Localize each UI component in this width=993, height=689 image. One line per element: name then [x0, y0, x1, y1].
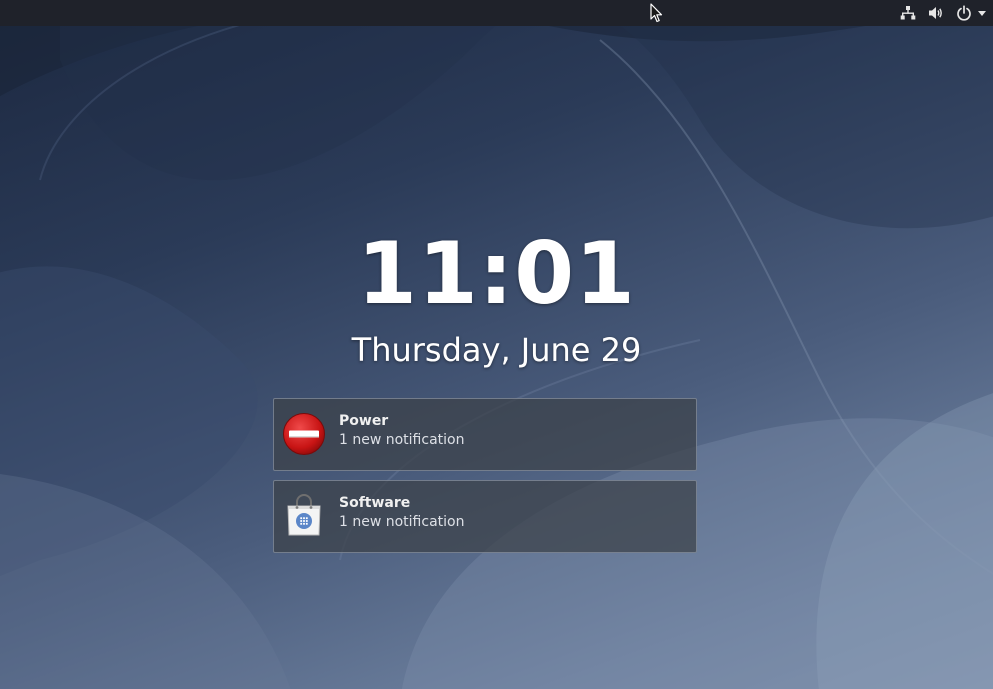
- notification-power[interactable]: Power 1 new notification: [273, 398, 697, 471]
- software-bag-icon: [287, 494, 321, 536]
- notification-summary: 1 new notification: [339, 514, 465, 530]
- clock-time: 11:01: [357, 224, 636, 324]
- top-bar: [0, 0, 993, 26]
- lock-screen: 11:01 Thursday, June 29 Power 1 new noti…: [0, 0, 993, 689]
- network-wired-icon[interactable]: [899, 4, 917, 22]
- lock-clock: 11:01 Thursday, June 29: [0, 224, 993, 370]
- no-entry-icon: [283, 413, 325, 455]
- notification-app-name: Power: [339, 413, 389, 429]
- volume-icon[interactable]: [927, 4, 945, 22]
- notification-summary: 1 new notification: [339, 432, 465, 448]
- menu-arrow-down-icon[interactable]: [977, 4, 987, 22]
- notification-list: Power 1 new notification Software 1 new …: [273, 398, 697, 562]
- mouse-pointer-icon: [650, 3, 663, 23]
- system-tray[interactable]: [899, 0, 987, 26]
- notification-software[interactable]: Software 1 new notification: [273, 480, 697, 553]
- notification-app-name: Software: [339, 495, 411, 511]
- power-icon[interactable]: [955, 4, 973, 22]
- clock-date: Thursday, June 29: [351, 331, 642, 369]
